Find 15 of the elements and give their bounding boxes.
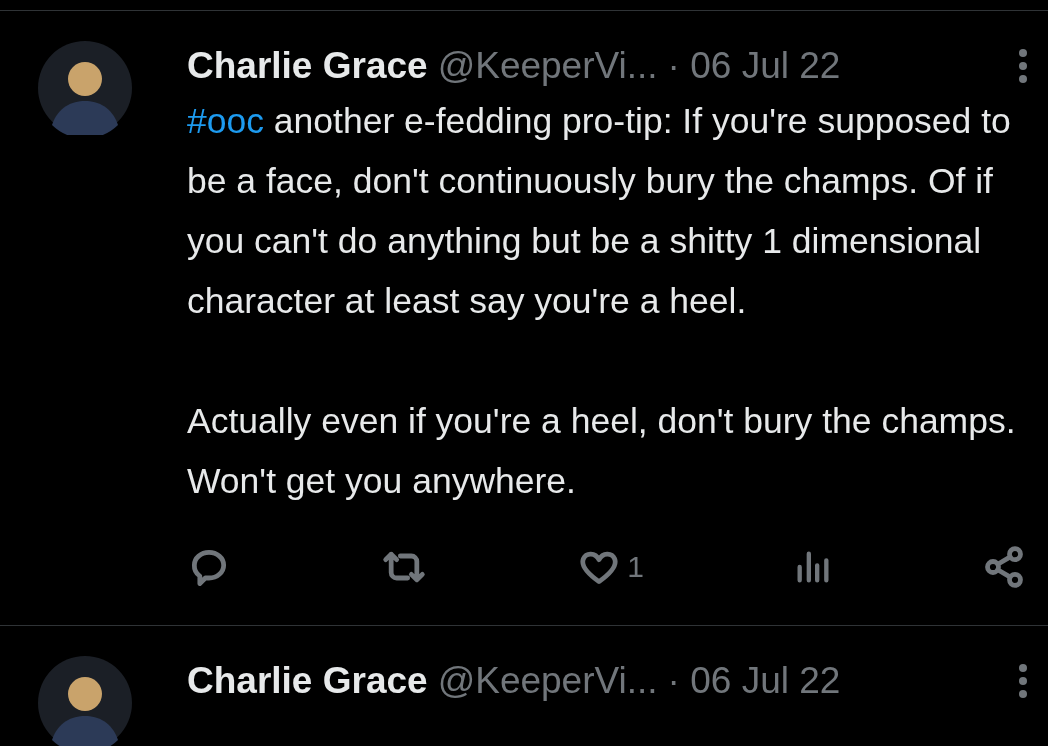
share-icon[interactable] <box>982 545 1026 589</box>
tweet-date: · 06 Jul 22 <box>667 659 841 703</box>
tweet-date: · 06 Jul 22 <box>667 44 841 88</box>
more-icon[interactable] <box>1018 48 1028 84</box>
like-button[interactable]: 1 <box>577 545 644 589</box>
hashtag-link[interactable]: #ooc <box>187 101 264 141</box>
tweet-text: #ooc another e-fedding pro-tip: If you're supposed to be a face, don't continuously bury the champs. Of if you can't do anything but be a shitty 1 dimensional character at least say you're a heel. <box>187 100 1012 323</box>
user-handle: @KeeperVi... <box>437 659 658 703</box>
more-icon[interactable] <box>1018 663 1028 699</box>
user-name[interactable]: Charlie Grace <box>187 656 428 706</box>
user-handle: @KeeperVi... <box>437 44 658 88</box>
avatar-icon[interactable] <box>38 41 132 135</box>
avatar-icon[interactable] <box>38 656 132 746</box>
tweet-text: Actually even if you're a heel, don't bury the champs. Won't get you anywhere. <box>187 400 1017 503</box>
user-name[interactable]: Charlie Grace <box>187 41 428 91</box>
